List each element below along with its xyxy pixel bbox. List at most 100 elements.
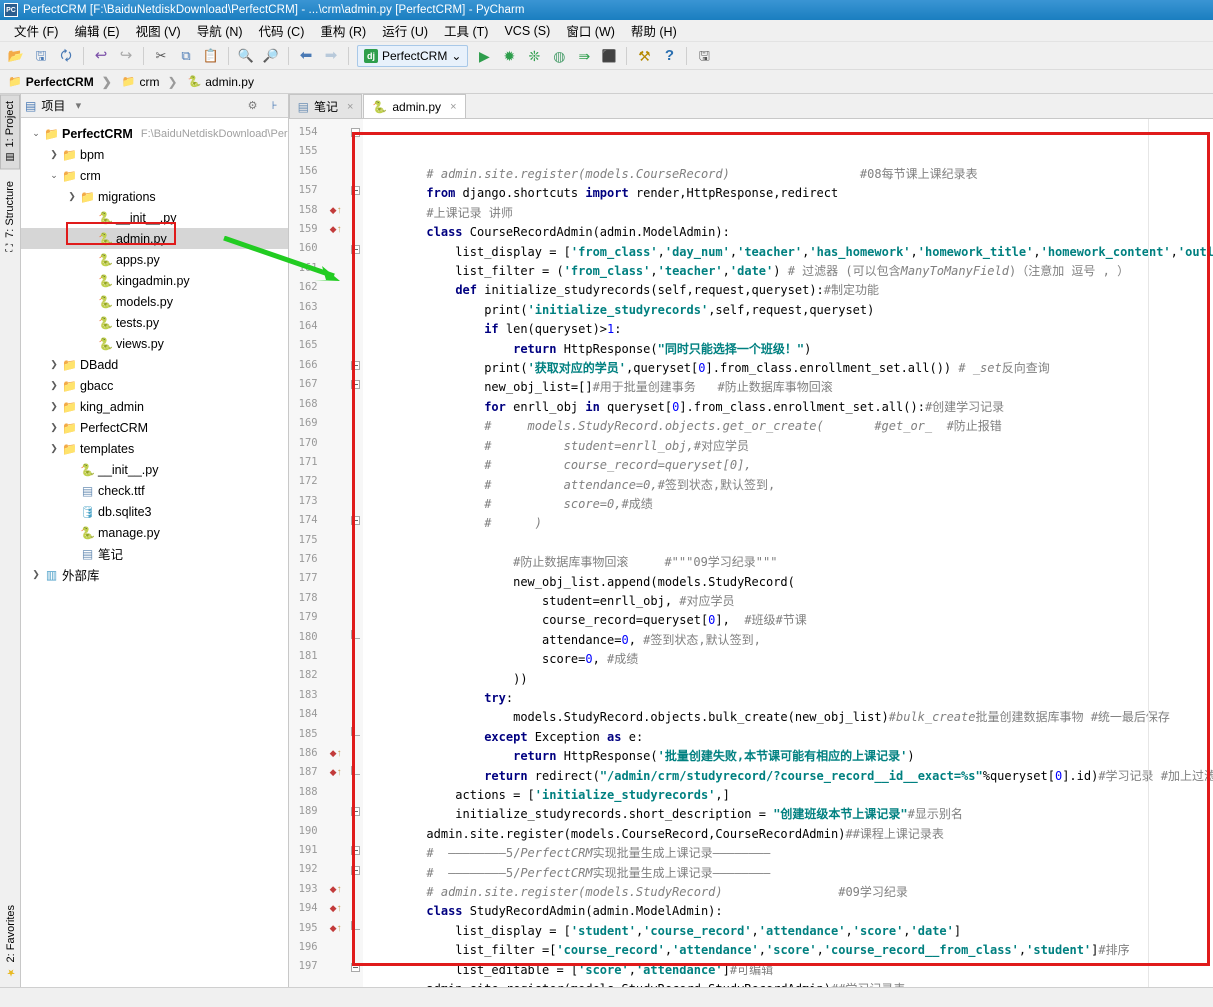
code-line[interactable]: #防止数据库事物回滚 #"""09学习纪录"""	[363, 553, 1213, 572]
editor-tab-admin-py[interactable]: 🐍 admin.py ×	[363, 94, 466, 118]
gutter-bookmark-icon[interactable]: ◆ ↑	[323, 880, 349, 899]
open-folder-icon[interactable]: 📂	[4, 44, 28, 68]
gutter-marker-column[interactable]: ◆ ↑ ◆ ↑ ◆ ↑ ◆ ↑ ◆ ↑ ◆ ↑ ◆ ↑	[322, 119, 349, 987]
redo-icon[interactable]: ↪	[114, 44, 138, 68]
gutter-bookmark-icon[interactable]: ◆ ↑	[323, 919, 349, 938]
code-line[interactable]: from django.shortcuts import render,Http…	[363, 184, 1213, 203]
chevron-right-icon[interactable]: ❯	[29, 569, 43, 580]
tree-item-bpm[interactable]: ❯ 📁 bpm	[21, 144, 288, 165]
close-icon[interactable]: ×	[450, 101, 456, 113]
code-line[interactable]: # student=enrll_obj,#对应学员	[363, 437, 1213, 456]
tree-item-crm[interactable]: ⌄ 📁 crm	[21, 165, 288, 186]
code-line[interactable]	[363, 534, 1213, 553]
chevron-right-icon[interactable]: ❯	[47, 443, 61, 454]
code-line[interactable]: new_obj_list=[]#用于批量创建事务 #防止数据库事物回滚	[363, 378, 1213, 397]
code-line[interactable]: class CourseRecordAdmin(admin.ModelAdmin…	[363, 223, 1213, 242]
code-line[interactable]: admin.site.register(models.StudyRecord,S…	[363, 980, 1213, 987]
menu-window[interactable]: 窗口 (W)	[558, 19, 623, 42]
code-fold-toggle[interactable]	[349, 123, 363, 142]
chevron-right-icon[interactable]: ❯	[47, 359, 61, 370]
code-line[interactable]: return redirect("/admin/crm/studyrecord/…	[363, 767, 1213, 786]
tree-item---init---py[interactable]: 🐍 __init__.py	[21, 459, 288, 480]
code-line[interactable]: list_display = ['student','course_record…	[363, 922, 1213, 941]
chevron-down-icon[interactable]: ⌄	[29, 128, 43, 139]
code-fold-toggle[interactable]	[349, 356, 363, 375]
code-line[interactable]: # score=0,#成绩	[363, 495, 1213, 514]
gutter-bookmark-icon[interactable]: ◆ ↑	[323, 201, 349, 220]
code-line[interactable]: course_record=queryset[0], #班级#节课	[363, 611, 1213, 630]
chevron-down-icon[interactable]: ⌄	[47, 170, 61, 181]
code-fold-toggle[interactable]	[349, 919, 363, 938]
code-line[interactable]: except Exception as e:	[363, 728, 1213, 747]
menu-help[interactable]: 帮助 (H)	[623, 19, 685, 42]
code-line[interactable]: # admin.site.register(models.StudyRecord…	[363, 883, 1213, 902]
tree-item-migrations[interactable]: ❯ 📁 migrations	[21, 186, 288, 207]
code-line[interactable]: list_editable = ['score','attendance']#可…	[363, 961, 1213, 980]
cut-icon[interactable]: ✂	[149, 44, 173, 68]
code-line[interactable]: student=enrll_obj, #对应学员	[363, 592, 1213, 611]
run-icon[interactable]: ▶	[472, 44, 496, 68]
tree-item---init---py[interactable]: 🐍 __init__.py	[21, 207, 288, 228]
code-line[interactable]: # )	[363, 514, 1213, 533]
code-fold-toggle[interactable]	[349, 860, 363, 879]
run-with-console-icon[interactable]: ⇛	[572, 44, 596, 68]
code-folding-column[interactable]	[348, 119, 363, 987]
code-fold-toggle[interactable]	[349, 628, 363, 647]
tree-item---[interactable]: ▤ 笔记	[21, 543, 288, 564]
chevron-right-icon[interactable]: ❯	[47, 422, 61, 433]
code-fold-toggle[interactable]	[349, 957, 363, 976]
undo-icon[interactable]: ↩	[89, 44, 113, 68]
tree-item-views-py[interactable]: 🐍 views.py	[21, 333, 288, 354]
replace-icon[interactable]: 🔎	[259, 44, 283, 68]
code-line[interactable]: list_display = ['from_class','day_num','…	[363, 243, 1213, 262]
run-configuration-selector[interactable]: dj PerfectCRM ⌄	[357, 44, 469, 67]
copy-icon[interactable]: ⧉	[174, 44, 198, 68]
menu-run[interactable]: 运行 (U)	[374, 19, 436, 42]
gutter-bookmark-icon[interactable]: ◆ ↑	[323, 220, 349, 239]
code-line[interactable]: try:	[363, 689, 1213, 708]
code-content[interactable]: # admin.site.register(models.CourseRecor…	[363, 119, 1213, 987]
tree-item-kingadmin-py[interactable]: 🐍 kingadmin.py	[21, 270, 288, 291]
gutter-bookmark-icon[interactable]: ◆ ↑	[323, 744, 349, 763]
menu-refactor[interactable]: 重构 (R)	[312, 19, 374, 42]
code-line[interactable]: list_filter = ('from_class','teacher','d…	[363, 262, 1213, 281]
profile-icon[interactable]: ◍	[547, 44, 571, 68]
sidebar-item-project[interactable]: ▤ 1: Project	[0, 94, 20, 170]
tree-item-models-py[interactable]: 🐍 models.py	[21, 291, 288, 312]
sidebar-item-favorites[interactable]: ★ 2: Favorites	[2, 899, 20, 983]
forward-icon[interactable]: ➡	[319, 44, 343, 68]
menu-file[interactable]: 文件 (F)	[6, 19, 66, 42]
vcs-update-icon[interactable]: 🖫	[692, 44, 716, 68]
code-line[interactable]: print('initialize_studyrecords',self,req…	[363, 301, 1213, 320]
breadcrumb-crm[interactable]: 📁 crm ❯	[122, 75, 186, 89]
menu-tools[interactable]: 工具 (T)	[436, 19, 496, 42]
code-fold-toggle[interactable]	[349, 841, 363, 860]
tree-item----[interactable]: ❯ ▥ 外部库	[21, 564, 288, 585]
chevron-right-icon[interactable]: ❯	[47, 380, 61, 391]
menu-view[interactable]: 视图 (V)	[128, 19, 189, 42]
gear-icon[interactable]: ⚙	[244, 97, 262, 115]
code-line[interactable]: actions = ['initialize_studyrecords',]	[363, 786, 1213, 805]
tree-item-perfectcrm[interactable]: ⌄ 📁 PerfectCRM F:\BaiduNetdiskDownload\Per	[21, 123, 287, 144]
code-line[interactable]: # course_record=queryset[0],	[363, 456, 1213, 475]
code-editor[interactable]: 154 155 156 157 158 159 160 161 162 163 164 165 166 1…	[288, 119, 1213, 987]
code-fold-toggle[interactable]	[349, 802, 363, 821]
menu-vcs[interactable]: VCS (S)	[496, 22, 558, 40]
search-icon[interactable]: 🔍	[234, 44, 258, 68]
code-line[interactable]: # models.StudyRecord.objects.get_or_crea…	[363, 417, 1213, 436]
code-line[interactable]: return HttpResponse("同时只能选择一个班级！")	[363, 340, 1213, 359]
code-line[interactable]: admin.site.register(models.CourseRecord,…	[363, 825, 1213, 844]
code-line[interactable]: # ————————5/PerfectCRM实现批量生成上课记录————————	[363, 864, 1213, 883]
gutter-bookmark-icon[interactable]: ◆ ↑	[323, 763, 349, 782]
code-line[interactable]: ))	[363, 670, 1213, 689]
run-coverage-icon[interactable]: ❊	[522, 44, 546, 68]
code-line[interactable]: # attendance=0,#签到状态,默认签到,	[363, 476, 1213, 495]
code-line[interactable]: score=0, #成绩	[363, 650, 1213, 669]
save-all-icon[interactable]: 🖫	[29, 44, 53, 68]
tree-item-king-admin[interactable]: ❯ 📁 king_admin	[21, 396, 288, 417]
back-icon[interactable]: ⬅	[294, 44, 318, 68]
code-fold-toggle[interactable]	[349, 375, 363, 394]
code-line[interactable]: def initialize_studyrecords(self,request…	[363, 281, 1213, 300]
breadcrumb-file[interactable]: 🐍 admin.py	[188, 75, 262, 89]
code-line[interactable]: #上课记录 讲师	[363, 204, 1213, 223]
